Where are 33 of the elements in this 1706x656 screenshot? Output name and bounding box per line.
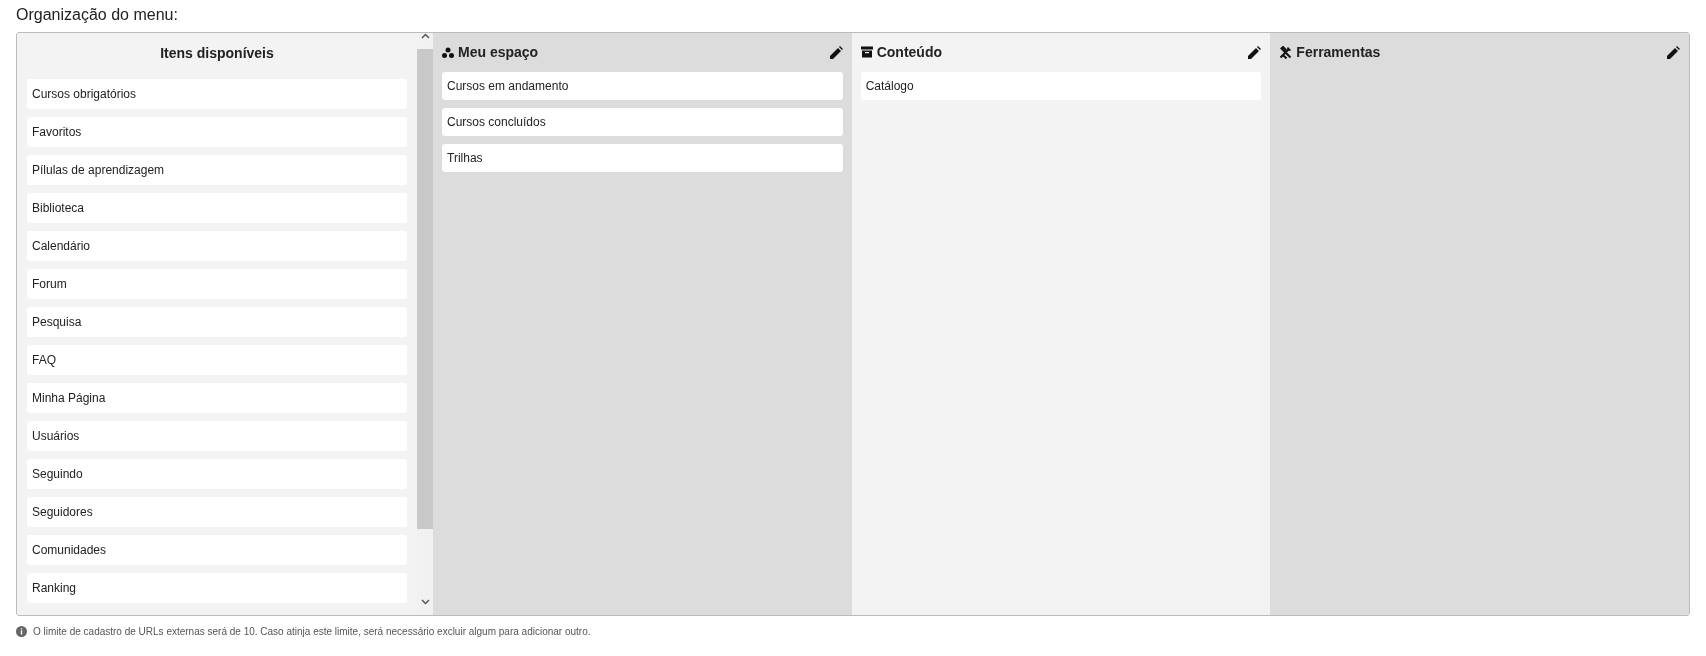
menu-item[interactable]: Seguindo <box>27 459 407 489</box>
menu-item[interactable]: Trilhas <box>442 144 843 172</box>
menu-item[interactable]: Biblioteca <box>27 193 407 223</box>
menu-item[interactable]: Comunidades <box>27 535 407 565</box>
menu-item[interactable]: Cursos em andamento <box>442 72 843 100</box>
menu-item[interactable]: Seguidores <box>27 497 407 527</box>
menu-item[interactable]: Cursos obrigatórios <box>27 79 407 109</box>
group-title: Conteúdo <box>876 42 942 62</box>
menu-item[interactable]: Forum <box>27 269 407 299</box>
pencil-icon[interactable] <box>1248 45 1262 59</box>
scroll-thumb[interactable] <box>417 49 433 529</box>
crossed-tools-icon <box>1279 45 1293 59</box>
menu-item[interactable]: Minha Página <box>27 383 407 413</box>
info-icon <box>16 626 27 637</box>
menu-item[interactable]: Favoritos <box>27 117 407 147</box>
menu-item[interactable]: Calendário <box>27 231 407 261</box>
group-title: Ferramentas <box>1296 42 1381 62</box>
column-heading: Itens disponíveis <box>159 44 275 63</box>
menu-item[interactable]: Usuários <box>27 421 407 451</box>
scrollbar[interactable] <box>417 33 433 615</box>
menu-item[interactable]: Ranking <box>27 573 407 603</box>
section-title: Organização do menu: <box>16 5 179 25</box>
pencil-icon[interactable] <box>829 45 843 59</box>
menu-item[interactable]: FAQ <box>27 345 407 375</box>
group-title: Meu espaço <box>458 42 539 62</box>
menu-item[interactable]: Cursos concluídos <box>442 108 843 136</box>
menu-item[interactable]: Pílulas de aprendizagem <box>27 155 407 185</box>
menu-item[interactable]: Catálogo <box>860 72 1262 100</box>
three-dots-icon <box>442 46 454 58</box>
info-note: O limite de cadastro de URLs externas será de 10. Caso atinja este limite, será necessário excluir algum para adicionar outro. <box>33 625 591 639</box>
pencil-icon[interactable] <box>1667 45 1680 59</box>
archive-box-icon <box>860 46 873 58</box>
menu-item[interactable]: Pesquisa <box>27 307 407 337</box>
